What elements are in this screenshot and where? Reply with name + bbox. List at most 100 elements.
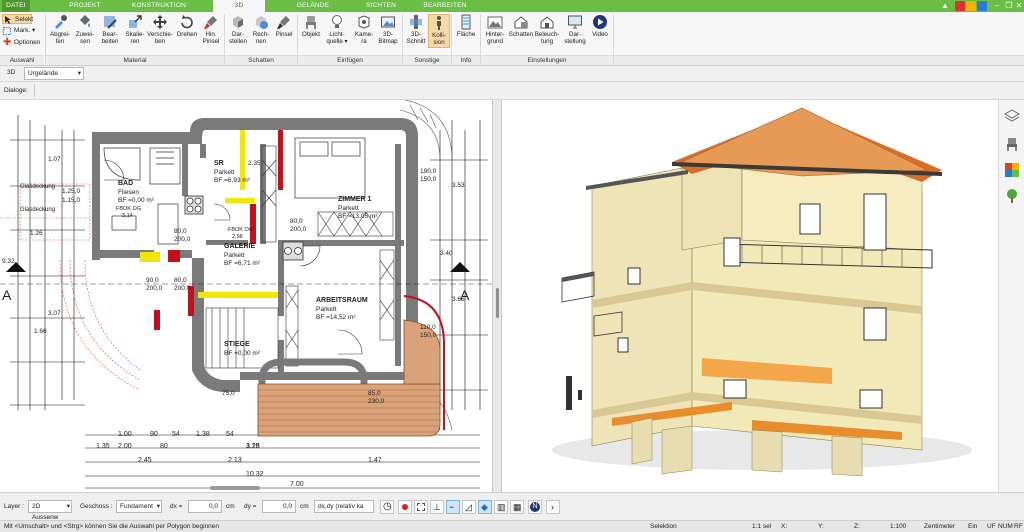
tab-gelaende[interactable]: GELÄNDE — [290, 0, 336, 12]
zuweisen-label-1: Zuwei- — [75, 31, 95, 38]
person-icon — [431, 15, 447, 31]
schatten-settings-button[interactable]: Schatten — [508, 14, 534, 38]
dim-bottom: 3.28 — [246, 443, 260, 450]
tab-projekt[interactable]: PROJEKT — [62, 0, 108, 12]
darstellen-label-1: Dar- — [231, 31, 245, 38]
dim-bottom: 54 — [226, 431, 234, 438]
schnitt-3d-button[interactable]: 3D- Schnitt — [405, 14, 427, 46]
chair-icon[interactable] — [1004, 136, 1020, 152]
floor-plan-view[interactable]: BAD Fliesen BF =0,00 m² SR Parkett BF =6… — [0, 100, 492, 492]
tab-3d[interactable]: 3D — [213, 0, 265, 12]
flaeche-button[interactable]: Fläche — [454, 14, 478, 38]
measure-button[interactable]: ◿ — [462, 500, 476, 514]
schatten-darstellen-button[interactable]: Dar-stellen — [227, 14, 249, 46]
section-icon — [408, 14, 424, 30]
view-mode-label: 3D — [7, 69, 16, 76]
abgreifen-button[interactable]: Abgrei-fen — [48, 14, 72, 46]
verschieben-button[interactable]: Verschie-ben — [146, 14, 174, 46]
terrain-select[interactable]: Urgelände ▾ — [24, 67, 84, 80]
zuweisen-label-2: sen — [80, 38, 90, 46]
skalieren-button[interactable]: Skalie-ren — [123, 14, 147, 46]
tab-datei[interactable]: DATEI — [2, 0, 30, 12]
dy-label: dy = — [244, 503, 257, 510]
dim-bottom: 90 — [150, 431, 158, 438]
geschoss-select[interactable]: Fundament ▾ — [116, 500, 162, 513]
kollision-button[interactable]: Kolli-sion — [428, 14, 450, 48]
3d-house-render — [552, 107, 972, 477]
status-num: NUM — [998, 523, 1013, 530]
wall-button[interactable]: ▥ — [494, 500, 508, 514]
schatten-rechnen-button[interactable]: Rech-nen — [250, 14, 272, 46]
dy-input[interactable]: 0,0 — [262, 500, 296, 513]
ribbon-buttons: Abgrei-fen Zuwei-sen Bear-beiten Skalie-… — [0, 12, 1024, 56]
view-strip: 3D Urgelände ▾ — [0, 66, 1024, 82]
room-name-stiege[interactable]: STIEGE — [224, 341, 250, 348]
verschieben-label-1: Verschie- — [147, 31, 173, 38]
dialog-divider — [34, 84, 35, 97]
hintergrund-pinsel-button[interactable]: Hin. Pinsel — [200, 14, 222, 46]
split-handle[interactable] — [492, 100, 502, 492]
maximize-icon[interactable]: ❐ — [1004, 1, 1014, 11]
bitmap-3d-button[interactable]: 3D- Bitmap — [376, 14, 400, 46]
dim-label: 200,0 — [290, 226, 307, 233]
landscape-icon — [487, 14, 503, 30]
darstellen-label-2: stellen — [229, 38, 247, 46]
close-icon[interactable]: ✕ — [1014, 1, 1024, 11]
room-name-bad[interactable]: BAD — [118, 180, 133, 187]
record-button[interactable] — [398, 500, 412, 514]
kamera-button[interactable]: Kame-ra — [353, 14, 375, 46]
bottom-toolbar: Layer : 2D Aussenw ▾ Geschoss : Fundamen… — [0, 492, 1024, 521]
split-grip[interactable] — [496, 288, 499, 318]
status-ein: Ein — [968, 523, 978, 530]
ortho-button[interactable]: ⊥ — [430, 500, 444, 514]
beleuchtung-button[interactable]: Beleuch-tung — [534, 14, 560, 46]
objekt-button[interactable]: Objekt — [300, 14, 322, 38]
3d-view[interactable] — [502, 100, 998, 492]
room-name-sr[interactable]: SR — [214, 160, 224, 167]
layer-select[interactable]: 2D Aussenw ▾ — [28, 500, 72, 521]
status-unit: Zentimeter — [924, 523, 956, 530]
video-button[interactable]: Video — [589, 14, 611, 38]
section-a-left: A — [2, 287, 12, 303]
bookmark-icon[interactable] — [966, 1, 976, 11]
info-icon[interactable] — [977, 1, 987, 11]
clock-button[interactable]: ◷ — [380, 500, 394, 514]
bearbeiten-button[interactable]: Bear-beiten — [98, 14, 122, 46]
darstellung-button[interactable]: Dar-stellung — [562, 14, 588, 46]
abgreifen-label-1: Abgrei- — [50, 31, 70, 38]
hatch-button[interactable]: ▦ — [510, 500, 524, 514]
layers-icon[interactable] — [1003, 108, 1021, 124]
room-name-galerie[interactable]: GALERIE — [224, 243, 255, 250]
room-name-zimmer1[interactable]: ZIMMER 1 — [338, 196, 371, 203]
room-name-arbeitsraum[interactable]: ARBEITSRAUM — [316, 297, 368, 304]
schatten-pinsel-button[interactable]: Pinsel — [273, 14, 295, 38]
dim-label: 200,0 — [174, 285, 191, 292]
status-z: Z: — [854, 523, 860, 530]
snap-button[interactable]: ⌁ — [446, 500, 460, 514]
lichtquelle-button[interactable]: Licht-quelle ▾ — [323, 14, 351, 46]
coordinate-mode-select[interactable]: dx,dy (relativ ka — [314, 500, 374, 513]
tab-konstruktion[interactable]: KONSTRUKTION — [128, 0, 190, 12]
tab-sichten[interactable]: SICHTEN — [358, 0, 404, 12]
tree-icon[interactable] — [1004, 188, 1020, 204]
dim-label: 3.65 — [452, 296, 465, 303]
shadow-brush-icon — [276, 14, 292, 30]
zuweisen-button[interactable]: Zuwei-sen — [73, 14, 97, 46]
house-light-icon — [539, 14, 555, 30]
more-button[interactable]: › — [546, 500, 560, 514]
grid-button[interactable] — [414, 500, 428, 514]
palette-icon[interactable] — [1004, 162, 1020, 178]
minimize-icon[interactable]: – — [992, 1, 1002, 11]
hintergrund-button[interactable]: Hinter-grund — [482, 14, 508, 46]
dx-input[interactable]: 0,0 — [188, 500, 222, 513]
room-area-bad: BF =0,00 m² — [118, 197, 154, 204]
bitmap-label-2: Bitmap — [378, 38, 398, 46]
help-book-icon[interactable] — [955, 1, 965, 11]
tab-bearbeiten[interactable]: BEARBEITEN — [420, 0, 470, 12]
drehen-button[interactable]: Drehen — [175, 14, 199, 38]
dim-label: 110,0 — [420, 324, 436, 331]
layer-3d-button[interactable]: ◆ — [478, 500, 492, 514]
glasdeckung-label: Glasdeckung — [20, 184, 56, 190]
bell-icon[interactable]: ▲ — [940, 1, 950, 11]
north-button[interactable]: N — [528, 500, 542, 514]
